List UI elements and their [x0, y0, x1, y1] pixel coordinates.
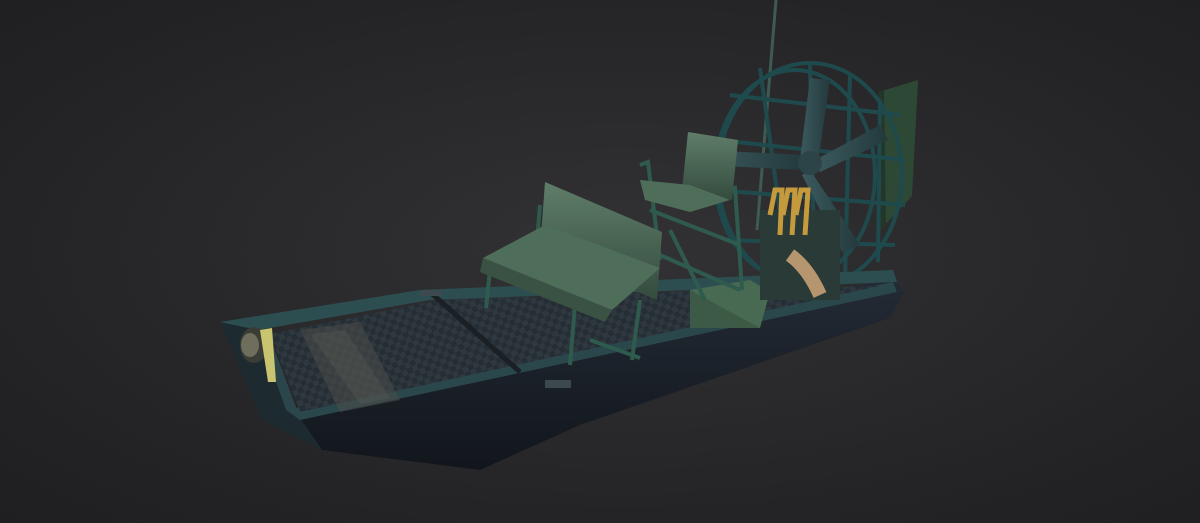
viewport-background — [0, 0, 1200, 523]
airboat-render — [220, 0, 918, 470]
